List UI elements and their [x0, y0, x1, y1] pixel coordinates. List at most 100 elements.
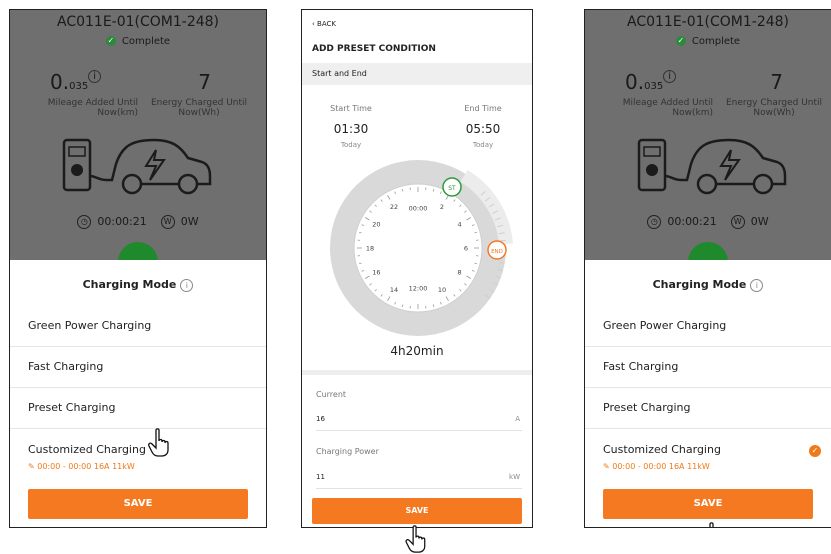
status-check-icon: ✓	[105, 36, 116, 46]
charge-power: 0W	[180, 215, 199, 228]
dial-hour-label: 18	[366, 245, 374, 253]
page-title: ADD PRESET CONDITION	[312, 44, 436, 54]
start-marker[interactable]: ST	[442, 177, 462, 197]
power-label: Charging Power	[316, 447, 379, 456]
dial-hour-label: 8	[457, 269, 461, 277]
custom-summary[interactable]: ✎ 00:00 - 00:00 16A 11kW	[603, 462, 831, 471]
current-input[interactable]: 16	[316, 415, 325, 423]
mileage-decimals: 035	[69, 81, 89, 92]
dial-hour-label: 14	[390, 286, 398, 294]
dial-hour-label: 12:00	[409, 285, 428, 293]
charging-mode-sheet: Charging Mode i Green Power Charging Fast…	[10, 260, 266, 527]
mileage-value: 0.035i	[50, 70, 102, 94]
start-time-value[interactable]: 01:30	[316, 122, 386, 136]
back-label: BACK	[317, 20, 336, 28]
sheet-title: Charging Mode i	[10, 260, 266, 306]
divider-bar	[302, 370, 532, 375]
option-customized-charging[interactable]: Customized Charging ✎ 00:00 - 00:00 16A …	[10, 429, 266, 485]
info-icon[interactable]: i	[88, 70, 102, 83]
mileage-integer: 0.	[50, 70, 70, 94]
energy-label: Energy Charged Until Now(Wh)	[725, 98, 823, 118]
custom-summary-text: 00:00 - 00:00 16A 11kW	[612, 462, 710, 471]
end-day: Today	[472, 141, 494, 149]
dial-hour-label: 4	[457, 221, 461, 229]
car-charging-icon	[62, 138, 212, 195]
start-time-label: Start Time	[330, 104, 372, 113]
status-line: ✓ Complete	[10, 36, 266, 47]
dial-hour-label: 00:00	[409, 205, 428, 213]
charging-status-overlay: AC011E-01(COM1-248) ✓ Complete 0.035i 7 M…	[10, 10, 266, 282]
phone-screen-charging-mode: AC011E-01(COM1-248) ✓ Complete 0.035i 7 M…	[9, 9, 267, 528]
status-text: Complete	[121, 36, 171, 47]
energy-value: 7	[770, 70, 783, 94]
status-text: Complete	[691, 36, 741, 47]
start-marker-label: ST	[448, 185, 456, 192]
power-input[interactable]: 11	[316, 473, 325, 481]
edit-icon[interactable]: ✎	[28, 462, 37, 471]
power-unit: kW	[509, 473, 520, 481]
info-icon[interactable]: i	[180, 278, 194, 292]
energy-value: 7	[198, 70, 211, 94]
time-range-dial[interactable]: 00:00 2 4 6 8 10 12:00 14 16 18 20 22 ST END	[316, 156, 520, 340]
option-preset-charging[interactable]: Preset Charging	[10, 388, 266, 429]
custom-summary[interactable]: ✎ 00:00 - 00:00 16A 11kW	[28, 462, 266, 471]
status-line: ✓ Complete	[585, 36, 831, 47]
current-label: Current	[316, 390, 347, 399]
edit-icon[interactable]: ✎	[603, 462, 612, 471]
device-title: AC011E-01(COM1-248)	[626, 14, 790, 30]
current-unit: A	[515, 415, 520, 423]
mileage-value: 0.035i	[625, 70, 677, 94]
charge-duration: 00:00:21	[667, 215, 717, 228]
option-fast-charging[interactable]: Fast Charging	[585, 347, 831, 388]
charge-duration: 00:00:21	[97, 215, 147, 228]
mileage-label: Mileage Added Until Now(km)	[622, 98, 713, 118]
sheet-title: Charging Mode i	[585, 260, 831, 306]
clock-icon: ◷	[77, 215, 92, 229]
option-green-power[interactable]: Green Power Charging	[585, 306, 831, 347]
field-divider	[316, 488, 522, 489]
save-button[interactable]: SAVE	[312, 498, 522, 524]
save-button[interactable]: SAVE	[603, 489, 813, 519]
watt-icon: W	[730, 215, 745, 229]
option-customized-charging[interactable]: Customized Charging ✎ 00:00 - 00:00 16A …	[585, 429, 831, 485]
custom-label: Customized Charging	[603, 443, 721, 456]
save-button[interactable]: SAVE	[28, 489, 248, 519]
end-marker[interactable]: END	[487, 240, 507, 260]
custom-summary-text: 00:00 - 00:00 16A 11kW	[37, 462, 135, 471]
mileage-decimals: 035	[644, 81, 664, 92]
charging-status-overlay: AC011E-01(COM1-248) ✓ Complete 0.035i 7 M…	[585, 10, 831, 282]
charge-power: 0W	[750, 215, 769, 228]
car-charging-icon	[637, 138, 787, 195]
energy-label: Energy Charged Until Now(Wh)	[150, 98, 248, 118]
selected-check-icon: ✓	[809, 445, 821, 457]
info-icon[interactable]: i	[750, 278, 764, 292]
sheet-title-text: Charging Mode	[82, 278, 177, 291]
option-fast-charging[interactable]: Fast Charging	[10, 347, 266, 388]
charge-stats: ◷ 00:00:21 W 0W	[10, 215, 266, 229]
section-header: Start and End	[302, 63, 532, 85]
charge-stats: ◷ 00:00:21 W 0W	[585, 215, 831, 229]
dial-hour-label: 2	[440, 203, 444, 211]
back-link[interactable]: ‹ BACK	[312, 20, 336, 28]
option-green-power[interactable]: Green Power Charging	[10, 306, 266, 347]
duration-text: 4h20min	[390, 344, 444, 358]
dial-hour-label: 16	[372, 269, 380, 277]
dial-hour-label: 6	[464, 245, 468, 253]
watt-icon: W	[160, 215, 175, 229]
mileage-label: Mileage Added Until Now(km)	[47, 98, 138, 118]
device-title: AC011E-01(COM1-248)	[56, 14, 220, 30]
dial-hour-label: 22	[390, 203, 398, 211]
mileage-integer: 0.	[625, 70, 645, 94]
dial-hour-label: 20	[372, 221, 380, 229]
info-icon[interactable]: i	[663, 70, 677, 83]
option-preset-charging[interactable]: Preset Charging	[585, 388, 831, 429]
end-time-value[interactable]: 05:50	[448, 122, 518, 136]
hand-pointer-icon	[709, 522, 714, 527]
sheet-title-text: Charging Mode	[652, 278, 747, 291]
range-tick	[499, 239, 506, 242]
phone-screen-charging-mode-selected: AC011E-01(COM1-248) ✓ Complete 0.035i 7 M…	[584, 9, 831, 528]
start-day: Today	[340, 141, 362, 149]
field-divider	[316, 430, 522, 431]
hand-pointer-icon	[148, 428, 169, 457]
charging-mode-sheet: Charging Mode i Green Power Charging Fast…	[585, 260, 831, 527]
